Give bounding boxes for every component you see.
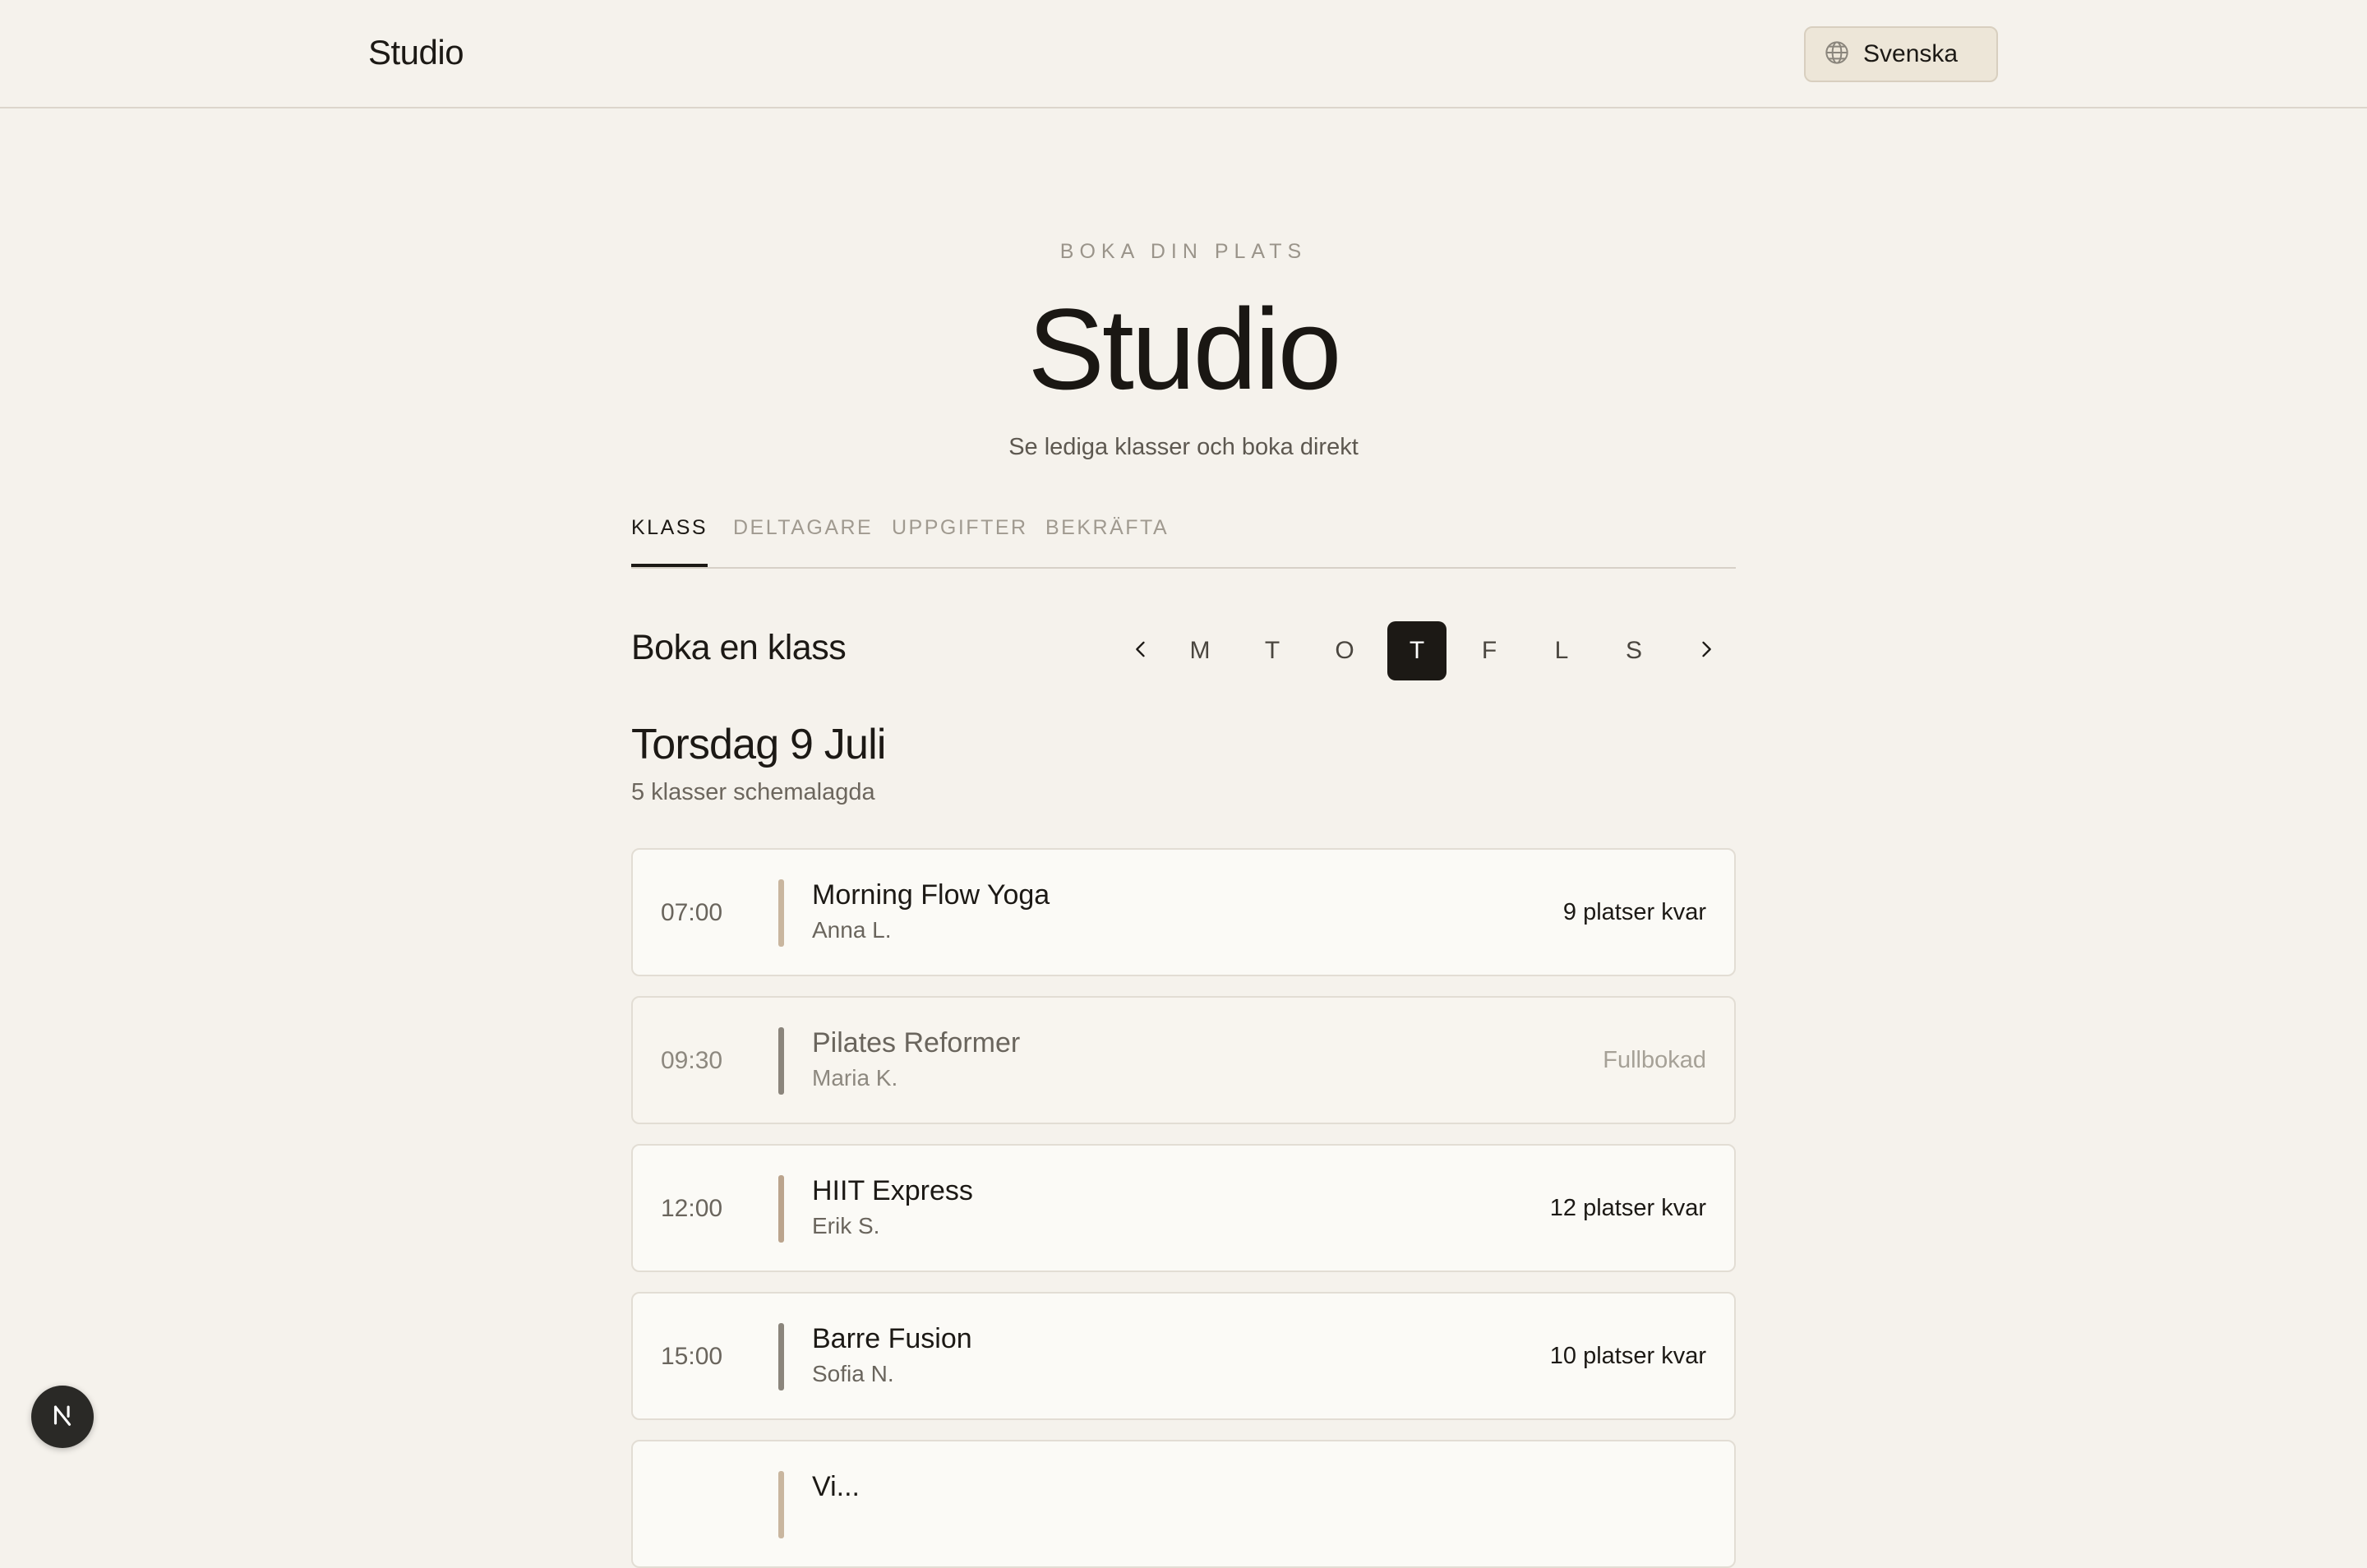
class-name: Barre Fusion	[812, 1323, 972, 1354]
day-tue[interactable]: T	[1243, 621, 1302, 680]
class-name: Pilates Reformer	[812, 1027, 1021, 1058]
class-teacher: Anna L.	[812, 917, 892, 943]
day-sat[interactable]: L	[1532, 621, 1591, 680]
class-accent-bar	[778, 879, 784, 947]
class-time: 15:00	[661, 1343, 723, 1370]
class-availability: Fullbokad	[1603, 1047, 1706, 1073]
top-bar: Studio Svenska	[0, 0, 2367, 108]
class-card[interactable]: 15:00 Barre Fusion Sofia N. 10 platser k…	[631, 1292, 1736, 1420]
next-week-button[interactable]	[1683, 621, 1729, 680]
class-availability: 12 platser kvar	[1549, 1195, 1706, 1221]
class-teacher: Sofia N.	[812, 1361, 894, 1386]
class-name: HIIT Express	[812, 1175, 973, 1206]
class-accent-bar	[778, 1471, 784, 1538]
day-wed[interactable]: O	[1315, 621, 1374, 680]
class-teacher: Erik S.	[812, 1213, 880, 1238]
class-card[interactable]: Vi...	[631, 1440, 1736, 1568]
class-time: 07:00	[661, 899, 723, 926]
dev-tools-button[interactable]	[31, 1386, 94, 1448]
day-fri[interactable]: F	[1460, 621, 1519, 680]
tab-klass[interactable]: KLASS	[631, 516, 708, 567]
globe-icon	[1824, 39, 1850, 70]
class-accent-bar	[778, 1027, 784, 1095]
tab-uppgifter[interactable]: UPPGIFTER	[892, 516, 1028, 567]
n-logo-icon	[48, 1401, 76, 1433]
step-tabs: KLASS DELTAGARE UPPGIFTER BEKRÄFTA	[631, 514, 1736, 569]
class-name: Vi...	[812, 1471, 860, 1502]
day-sun[interactable]: S	[1604, 621, 1663, 680]
brand-logo[interactable]: Studio	[368, 33, 464, 72]
tab-deltagare[interactable]: DELTAGARE	[733, 516, 873, 567]
class-time: 09:30	[661, 1047, 723, 1074]
class-name: Morning Flow Yoga	[812, 879, 1050, 911]
day-mon[interactable]: M	[1170, 621, 1230, 680]
section-title: Boka en klass	[631, 628, 847, 667]
chevron-left-icon	[1129, 638, 1152, 665]
class-count: 5 klasser schemalagda	[631, 779, 875, 805]
language-selector[interactable]: Svenska	[1804, 26, 1998, 82]
class-availability: 9 platser kvar	[1562, 899, 1706, 925]
page-title: Studio	[1027, 284, 1342, 413]
hero-subtitle: Se lediga klasser och boka direkt	[1008, 434, 1359, 460]
class-availability: 10 platser kvar	[1549, 1343, 1706, 1369]
language-label: Svenska	[1863, 40, 1959, 67]
hero-eyebrow: BOKA DIN PLATS	[1059, 240, 1308, 263]
class-card[interactable]: 07:00 Morning Flow Yoga Anna L. 9 platse…	[631, 848, 1736, 976]
chevron-right-icon	[1695, 638, 1718, 665]
class-time: 12:00	[661, 1195, 723, 1222]
tab-bekrafta[interactable]: BEKRÄFTA	[1045, 516, 1169, 567]
class-card: 09:30 Pilates Reformer Maria K. Fullboka…	[631, 996, 1736, 1124]
class-accent-bar	[778, 1175, 784, 1243]
class-accent-bar	[778, 1323, 784, 1390]
date-heading: Torsdag 9 Juli	[631, 721, 886, 768]
prev-week-button[interactable]	[1118, 621, 1164, 680]
class-card[interactable]: 12:00 HIIT Express Erik S. 12 platser kv…	[631, 1144, 1736, 1272]
class-teacher: Maria K.	[812, 1065, 898, 1091]
day-thu[interactable]: T	[1387, 621, 1446, 680]
